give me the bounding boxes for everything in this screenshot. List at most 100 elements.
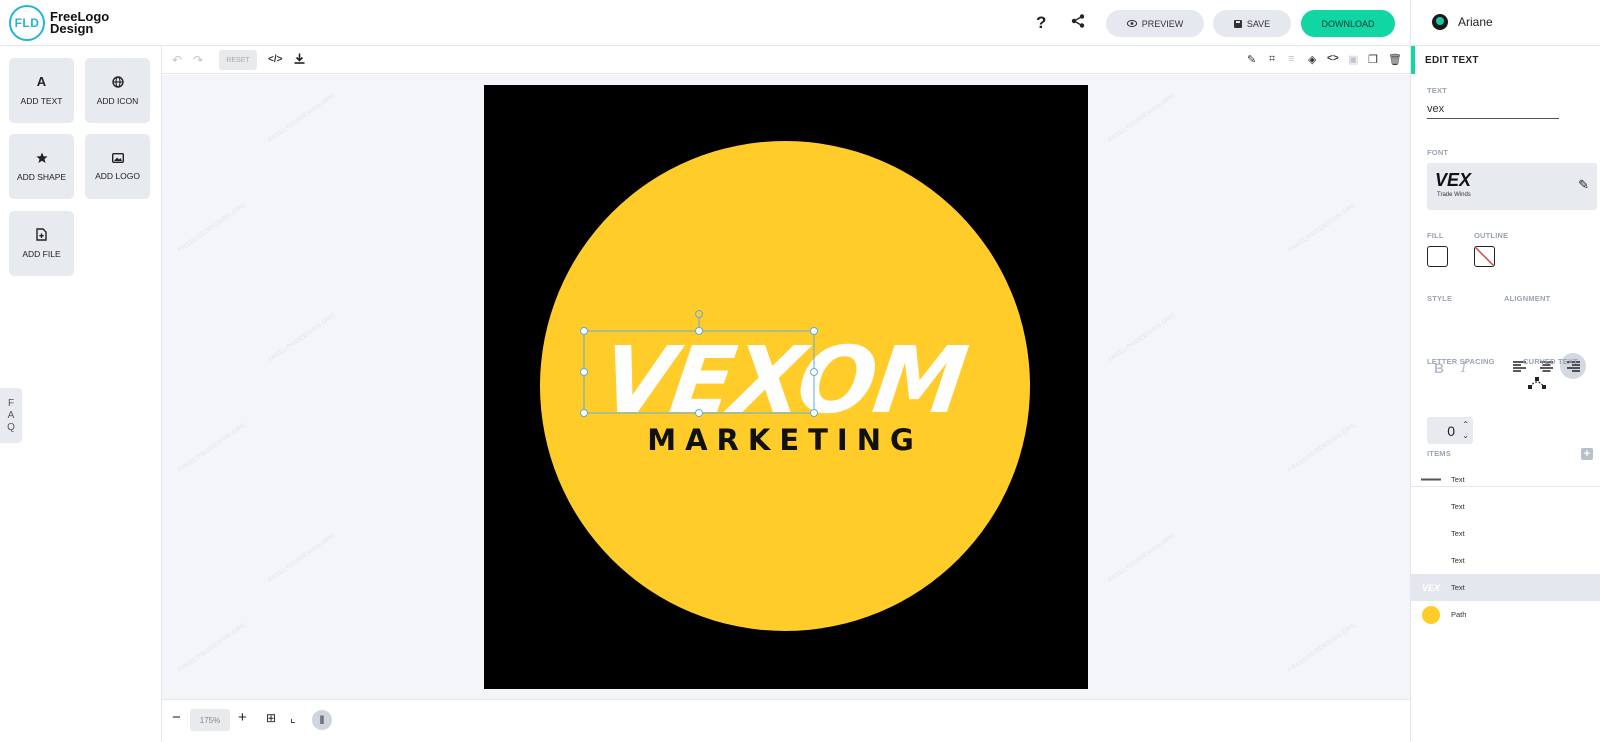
star-icon (35, 152, 48, 163)
item-thumb: VEX (1421, 582, 1440, 593)
watermark: FREELOGODESIGN.ORG (1107, 92, 1178, 144)
download-button[interactable]: DOWNLOAD (1301, 10, 1395, 37)
logo-tagline: MARKETING (647, 423, 923, 457)
faq-tab[interactable]: F A Q (0, 388, 22, 443)
undo-icon[interactable]: ↶ (172, 53, 182, 67)
list-item[interactable]: Path (1411, 601, 1600, 628)
grid-icon[interactable]: ⊞ (266, 711, 276, 725)
add-shape-label: ADD SHAPE (16, 171, 67, 182)
font-name: Trade Winds (1437, 192, 1471, 198)
save-button[interactable]: SAVE (1213, 10, 1291, 37)
text-input[interactable]: vex (1427, 103, 1559, 119)
pencil-icon[interactable]: ✎ (1578, 177, 1589, 193)
circle-thumb-icon (1411, 605, 1451, 624)
style-label: STYLE (1427, 294, 1453, 303)
preview-button[interactable]: PREVIEW (1106, 10, 1204, 37)
fill-swatch[interactable] (1427, 246, 1448, 267)
add-icon-button[interactable]: ADD ICON (85, 58, 150, 123)
text-label: TEXT (1427, 86, 1447, 95)
watermark: FREELOGODESIGN.ORG (1107, 532, 1178, 584)
duplicate-icon[interactable]: ❐ (1368, 53, 1378, 66)
item-label: Text (1451, 556, 1465, 565)
zoom-out-icon[interactable]: − (172, 709, 181, 726)
zoom-in-icon[interactable]: + (238, 709, 247, 726)
save-label: SAVE (1246, 18, 1271, 29)
left-tool-panel: A ADD TEXT ADD ICON ADD SHAPE ADD LOGO A… (0, 46, 162, 742)
align-icon[interactable]: ≡ (1288, 53, 1294, 65)
code-icon[interactable]: </> (268, 54, 282, 65)
add-text-button[interactable]: A ADD TEXT (9, 58, 74, 123)
panel-title: EDIT TEXT (1411, 46, 1600, 74)
watermark: FREELOGODESIGN.ORG (1287, 622, 1358, 674)
letter-spacing-stepper[interactable]: 0 ⌃ ⌄ (1427, 417, 1473, 444)
font-preview: VEX (1435, 170, 1472, 190)
download-icon[interactable] (294, 53, 305, 67)
curved-text-icon[interactable] (1528, 376, 1546, 395)
logo-artboard[interactable]: VEXOM MARKETING (484, 85, 1088, 689)
logo-wordmark: FreeLogo Design (50, 10, 109, 36)
stepper-arrows-icon[interactable]: ⌃ ⌄ (1462, 419, 1469, 441)
font-label: FONT (1427, 148, 1449, 157)
item-label: Text (1451, 529, 1465, 538)
user-name: Ariane (1458, 15, 1493, 29)
zoom-bar: − 175% + ⊞ ⌞ ‖ (162, 699, 1410, 742)
letter-spacing-value: 0 (1447, 422, 1455, 439)
zoom-level[interactable]: 175% (190, 709, 230, 731)
share-icon[interactable] (1071, 14, 1085, 33)
redo-icon[interactable]: ↷ (193, 53, 203, 67)
add-logo-label: ADD LOGO (95, 170, 140, 181)
watermark: FREELOGODESIGN.ORG (267, 92, 338, 144)
logo-artwork: VEXOM MARKETING (540, 141, 1030, 631)
eye-icon (1126, 20, 1137, 27)
user-menu[interactable]: Ariane (1432, 14, 1493, 30)
list-item[interactable]: Text (1411, 520, 1600, 547)
app-logo[interactable]: FLD FreeLogo Design (9, 5, 109, 41)
top-header: FLD FreeLogo Design ? PREVIEW SAVE DOWNL… (0, 0, 1600, 46)
item-label: Path (1451, 610, 1467, 619)
add-text-label: ADD TEXT (20, 96, 63, 106)
crop-icon[interactable]: ⌗ (1269, 53, 1275, 66)
list-item-selected[interactable]: VEX Text (1411, 574, 1600, 601)
item-label: Text (1451, 502, 1465, 511)
faq-letter: Q (7, 421, 15, 433)
add-file-button[interactable]: ADD FILE (9, 211, 74, 276)
watermark: FREELOGODESIGN.ORG (177, 202, 248, 254)
add-logo-button[interactable]: ADD LOGO (85, 134, 150, 199)
watermark: FREELOGODESIGN.ORG (1287, 422, 1358, 474)
reset-button[interactable]: RESET (219, 50, 257, 70)
list-item[interactable]: Text (1411, 547, 1600, 574)
edit-text-panel: EDIT TEXT TEXT vex FONT VEX Trade Winds … (1410, 46, 1600, 742)
floppy-icon (1233, 19, 1242, 28)
tagline-thumb-icon (1411, 478, 1451, 481)
magic-wand-icon[interactable]: ✎ (1247, 53, 1256, 66)
list-item[interactable]: Text (1411, 466, 1600, 493)
help-button[interactable]: ? (1036, 13, 1046, 33)
no-color-icon (1475, 247, 1494, 266)
watermark: FREELOGODESIGN.ORG (1107, 312, 1178, 364)
watermark: FREELOGODESIGN.ORG (177, 622, 248, 674)
preview-label: PREVIEW (1141, 18, 1184, 29)
logo-mark: FLD (9, 5, 45, 41)
letter-spacing-label: LETTER SPACING (1427, 357, 1495, 366)
logo-line-2: Design (50, 21, 94, 36)
outline-label: OUTLINE (1474, 231, 1509, 240)
group-icon[interactable]: ▣ (1348, 53, 1358, 66)
item-label: Text (1451, 475, 1465, 484)
layers-icon[interactable]: ◈ (1308, 53, 1316, 66)
add-item-icon[interactable]: + (1581, 448, 1593, 460)
font-picker[interactable]: VEX Trade Winds ✎ (1427, 163, 1597, 210)
add-shape-button[interactable]: ADD SHAPE (9, 134, 74, 199)
flip-icon[interactable]: <> (1327, 53, 1339, 64)
watermark: FREELOGODESIGN.ORG (1287, 202, 1358, 254)
trash-icon[interactable]: 🗑 (1388, 53, 1402, 66)
guides-toggle-icon[interactable]: ‖ (312, 710, 332, 730)
ruler-icon[interactable]: ⌞ (290, 711, 296, 725)
fill-label: FILL (1427, 231, 1444, 240)
logo-text-vexom: VEXOM (595, 326, 973, 433)
watermark: FREELOGODESIGN.ORG (267, 312, 338, 364)
file-plus-icon (36, 228, 47, 241)
add-icon-label: ADD ICON (96, 95, 139, 106)
canvas-toolbar: ↶ ↷ </> ✎ ⌗ ≡ ◈ <> ▣ ❐ 🗑 (162, 46, 1410, 74)
outline-swatch[interactable] (1474, 246, 1495, 267)
list-item[interactable]: Text (1411, 493, 1600, 520)
